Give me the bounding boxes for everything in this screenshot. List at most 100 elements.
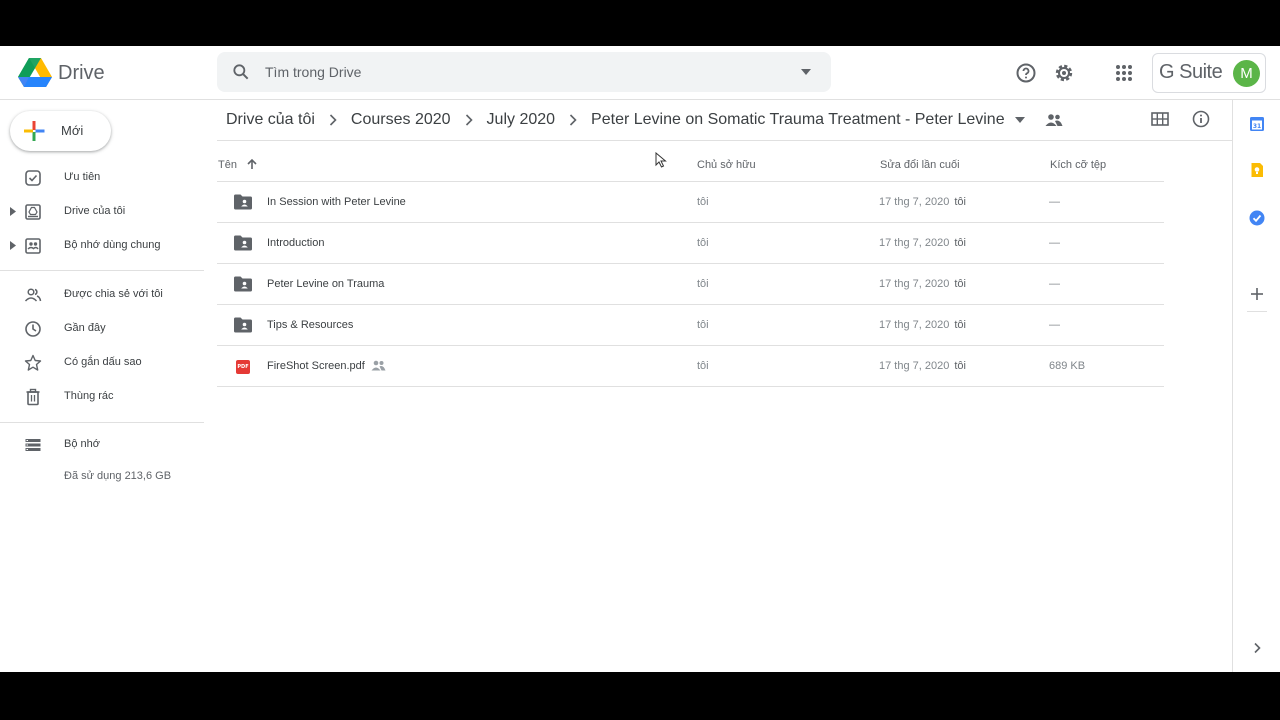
sidebar-item-label: Thùng rác bbox=[64, 390, 114, 402]
modified-date: 17 thg 7, 2020 bbox=[879, 237, 950, 249]
modified-by: tôi bbox=[954, 237, 966, 249]
app-name[interactable]: Drive bbox=[58, 62, 105, 85]
table-row[interactable]: Peter Levine on Trauma tôi 17 thg 7, 202… bbox=[217, 264, 1164, 305]
plus-icon bbox=[24, 121, 45, 141]
file-owner: tôi bbox=[697, 278, 709, 290]
shared-people-icon[interactable] bbox=[1045, 113, 1063, 127]
add-addon-icon[interactable] bbox=[1249, 286, 1265, 302]
file-name[interactable]: FireShot Screen.pdf bbox=[267, 360, 365, 372]
breadcrumb-item[interactable]: Courses 2020 bbox=[351, 111, 451, 129]
shared-folder-icon bbox=[234, 317, 252, 333]
shared-folder-icon bbox=[234, 194, 252, 210]
search-input[interactable] bbox=[265, 52, 785, 92]
shared-folder-icon bbox=[234, 276, 252, 292]
file-owner: tôi bbox=[697, 237, 709, 249]
breadcrumb-item[interactable]: Drive của tôi bbox=[226, 111, 315, 129]
shared-folder-icon bbox=[234, 235, 252, 251]
side-panel: 31 bbox=[1232, 100, 1280, 672]
sidebar-divider bbox=[0, 422, 204, 423]
shared-people-icon bbox=[371, 360, 386, 371]
search-options-icon[interactable] bbox=[799, 66, 813, 78]
file-name[interactable]: Introduction bbox=[267, 237, 324, 249]
account-switcher[interactable]: G Suite M bbox=[1152, 53, 1266, 93]
sort-ascending-icon[interactable] bbox=[246, 158, 258, 170]
file-size: — bbox=[1049, 278, 1060, 290]
pdf-icon: PDF bbox=[236, 360, 250, 374]
settings-icon[interactable] bbox=[1052, 61, 1076, 85]
table-row[interactable]: In Session with Peter Levine tôi 17 thg … bbox=[217, 182, 1164, 223]
gsuite-label: G Suite bbox=[1159, 61, 1223, 83]
recent-icon bbox=[25, 321, 41, 337]
search-icon[interactable] bbox=[231, 62, 251, 82]
modified-date: 17 thg 7, 2020 bbox=[879, 196, 950, 208]
modified-date: 17 thg 7, 2020 bbox=[879, 360, 950, 372]
file-size: — bbox=[1049, 319, 1060, 331]
column-header-owner[interactable]: Chủ sở hữu bbox=[697, 159, 756, 171]
breadcrumb: Drive của tôi Courses 2020 July 2020 Pet… bbox=[226, 108, 1063, 132]
modified-by: tôi bbox=[954, 196, 966, 208]
side-panel-divider bbox=[1247, 311, 1267, 312]
star-icon bbox=[24, 354, 42, 371]
svg-text:31: 31 bbox=[1253, 123, 1261, 130]
modified-date: 17 thg 7, 2020 bbox=[879, 278, 950, 290]
sidebar-item-storage[interactable]: Bộ nhớ bbox=[0, 430, 204, 460]
top-bar: Drive Tìm trong Drive G Suite M bbox=[0, 46, 1280, 100]
avatar[interactable]: M bbox=[1233, 60, 1260, 87]
sidebar-item-my-drive[interactable]: Drive của tôi bbox=[0, 197, 204, 227]
shared-with-me-icon bbox=[24, 288, 42, 302]
keep-icon[interactable] bbox=[1249, 162, 1265, 178]
chevron-right-icon[interactable] bbox=[1249, 640, 1265, 656]
column-header-modified[interactable]: Sửa đổi lần cuối bbox=[880, 159, 960, 171]
calendar-icon[interactable]: 31 bbox=[1249, 116, 1265, 132]
sidebar-item-trash[interactable]: Thùng rác bbox=[0, 382, 204, 412]
search-bar[interactable] bbox=[217, 52, 831, 92]
column-header-size[interactable]: Kích cỡ tệp bbox=[1050, 159, 1106, 171]
file-name[interactable]: In Session with Peter Levine bbox=[267, 196, 406, 208]
sidebar-item-label: Bộ nhớ dùng chung bbox=[64, 239, 161, 251]
sidebar-item-label: Gần đây bbox=[64, 322, 106, 334]
table-row[interactable]: Introduction tôi 17 thg 7, 2020 tôi — bbox=[217, 223, 1164, 264]
trash-icon bbox=[26, 388, 40, 406]
sidebar-item-label: Được chia sẻ với tôi bbox=[64, 288, 163, 300]
file-modified: 17 thg 7, 2020 tôi bbox=[879, 360, 966, 372]
shared-drives-icon bbox=[25, 238, 41, 254]
toolbar-divider bbox=[217, 140, 1232, 141]
file-size: 689 KB bbox=[1049, 360, 1086, 372]
chevron-right-icon bbox=[569, 114, 577, 126]
file-size: — bbox=[1049, 196, 1060, 208]
sidebar-item-label: Ưu tiên bbox=[64, 171, 101, 183]
file-name[interactable]: Tips & Resources bbox=[267, 319, 353, 331]
file-list-header: Tên Chủ sở hữu Sửa đổi lần cuối Kích cỡ … bbox=[217, 152, 1164, 182]
drive-window: Drive Tìm trong Drive G Suite M Mới Ưu t… bbox=[0, 46, 1280, 672]
tasks-icon[interactable] bbox=[1249, 210, 1265, 226]
chevron-right-icon bbox=[329, 114, 337, 126]
new-button[interactable]: Mới bbox=[10, 111, 111, 151]
apps-grid-icon[interactable] bbox=[1112, 61, 1136, 85]
table-row[interactable]: Tips & Resources tôi 17 thg 7, 2020 tôi — bbox=[217, 305, 1164, 346]
expand-arrow-icon[interactable] bbox=[10, 207, 16, 216]
sidebar-item-shared-with-me[interactable]: Được chia sẻ với tôi bbox=[0, 280, 204, 310]
sidebar-item-priority[interactable]: Ưu tiên bbox=[0, 163, 204, 193]
modified-date: 17 thg 7, 2020 bbox=[879, 319, 950, 331]
sidebar-item-label: Drive của tôi bbox=[64, 205, 126, 217]
breadcrumb-item[interactable]: July 2020 bbox=[487, 111, 556, 129]
drive-logo-icon[interactable] bbox=[18, 58, 52, 88]
sidebar-item-recent[interactable]: Gần đây bbox=[0, 314, 204, 344]
modified-by: tôi bbox=[954, 319, 966, 331]
help-icon[interactable] bbox=[1014, 61, 1038, 85]
info-icon[interactable] bbox=[1191, 109, 1211, 129]
file-modified: 17 thg 7, 2020 tôi bbox=[879, 319, 966, 331]
sidebar-item-label: Bộ nhớ bbox=[64, 438, 100, 450]
sidebar-item-starred[interactable]: Có gắn dấu sao bbox=[0, 348, 204, 378]
file-size: — bbox=[1049, 237, 1060, 249]
table-row[interactable]: PDF FireShot Screen.pdf tôi 17 thg 7, 20… bbox=[217, 346, 1164, 387]
file-name[interactable]: Peter Levine on Trauma bbox=[267, 278, 384, 290]
file-modified: 17 thg 7, 2020 tôi bbox=[879, 196, 966, 208]
grid-view-icon[interactable] bbox=[1150, 109, 1170, 129]
modified-by: tôi bbox=[954, 360, 966, 372]
folder-menu-dropdown-icon[interactable] bbox=[1014, 117, 1025, 123]
expand-arrow-icon[interactable] bbox=[10, 241, 16, 250]
column-header-name[interactable]: Tên bbox=[218, 159, 237, 171]
breadcrumb-current-folder[interactable]: Peter Levine on Somatic Trauma Treatment… bbox=[591, 111, 1005, 129]
sidebar-item-shared-drives[interactable]: Bộ nhớ dùng chung bbox=[0, 231, 204, 261]
